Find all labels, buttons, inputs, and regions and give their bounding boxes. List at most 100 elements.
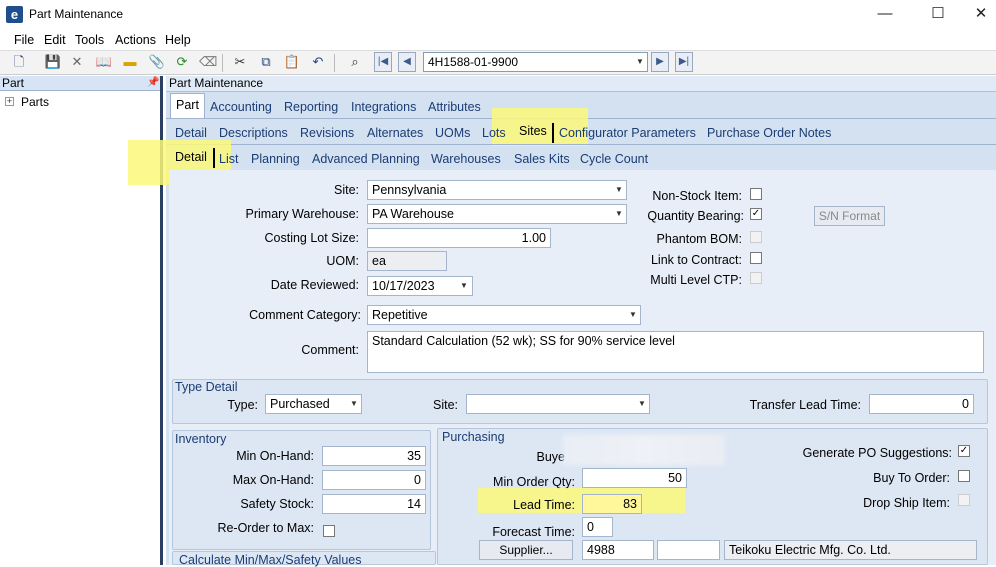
sn-format-button[interactable]: S/N Format <box>814 206 885 226</box>
attach-icon[interactable]: 📎 <box>148 53 166 71</box>
reorder-to-max-checkbox[interactable] <box>323 525 335 537</box>
td-site-dropdown[interactable] <box>466 394 650 414</box>
max-on-hand-input[interactable]: 0 <box>322 470 426 490</box>
folder-icon[interactable]: ▬ <box>121 53 139 71</box>
reorder-to-max-label: Re-Order to Max: <box>217 521 314 535</box>
menu-help[interactable]: Help <box>165 33 191 47</box>
delete-icon[interactable]: ✕ <box>68 53 86 71</box>
non-stock-item-checkbox[interactable] <box>750 188 762 200</box>
app-icon: e <box>6 6 23 23</box>
tab-detail-3[interactable]: Detail <box>175 150 207 164</box>
copy-icon[interactable]: ⧉ <box>257 53 275 71</box>
cut-icon[interactable]: ✂ <box>231 53 249 71</box>
tab-planning[interactable]: Planning <box>251 152 300 166</box>
safety-stock-label: Safety Stock: <box>240 497 314 511</box>
new-icon[interactable]: 🗋 <box>10 53 28 71</box>
chevron-down-icon[interactable]: ▼ <box>457 277 471 295</box>
transfer-lead-time-label: Transfer Lead Time: <box>749 398 861 412</box>
transfer-lead-time-input[interactable]: 0 <box>869 394 974 414</box>
comment-label: Comment: <box>301 343 359 357</box>
last-record-icon[interactable]: ▶| <box>675 52 693 72</box>
pin-icon[interactable]: 📌 <box>147 76 159 90</box>
left-panel-header: Part <box>0 76 160 91</box>
undo-icon[interactable]: ↶ <box>309 53 327 71</box>
eraser-icon[interactable]: ⌫ <box>199 53 217 71</box>
costing-lot-size-input[interactable]: 1.00 <box>367 228 551 248</box>
tab-accounting[interactable]: Accounting <box>210 100 272 114</box>
quantity-bearing-label: Quantity Bearing: <box>647 209 744 223</box>
tab-alternates[interactable]: Alternates <box>367 126 423 140</box>
expand-icon[interactable]: + <box>5 97 14 106</box>
tab-reporting[interactable]: Reporting <box>284 100 338 114</box>
generate-po-suggestions-checkbox[interactable]: ✓ <box>958 445 970 457</box>
comment-category-label: Comment Category: <box>249 308 361 322</box>
chevron-down-icon[interactable]: ▼ <box>633 53 647 71</box>
tab-warehouses[interactable]: Warehouses <box>431 152 501 166</box>
uom-label: UOM: <box>326 254 359 268</box>
part-number-combo[interactable]: 4H1588-01-9900 <box>423 52 648 72</box>
tab-descriptions[interactable]: Descriptions <box>219 126 288 140</box>
menu-edit[interactable]: Edit <box>44 33 66 47</box>
chevron-down-icon[interactable]: ▼ <box>635 395 649 413</box>
site-label: Site: <box>333 183 359 197</box>
maximize-button[interactable]: ☐ <box>915 0 961 28</box>
tab-sites[interactable]: Sites <box>519 124 547 138</box>
first-record-icon[interactable]: |◀ <box>374 52 392 72</box>
forecast-time-input[interactable]: 0 <box>582 517 613 537</box>
tab-uoms[interactable]: UOMs <box>435 126 470 140</box>
buy-to-order-checkbox[interactable] <box>958 470 970 482</box>
tab-attributes[interactable]: Attributes <box>428 100 481 114</box>
menu-file[interactable]: File <box>14 33 34 47</box>
max-on-hand-label: Max On-Hand: <box>232 473 314 487</box>
tab-list[interactable]: List <box>219 152 238 166</box>
tab-lots[interactable]: Lots <box>482 126 506 140</box>
binoculars-icon[interactable]: ⌕ <box>346 53 364 71</box>
tab-part[interactable]: Part <box>176 98 199 112</box>
paste-icon[interactable]: 📋 <box>283 53 301 71</box>
next-record-icon[interactable]: ▶ <box>651 52 669 72</box>
minimize-button[interactable]: — <box>862 0 908 28</box>
chevron-down-icon[interactable]: ▼ <box>347 395 361 413</box>
tab-advanced-planning[interactable]: Advanced Planning <box>312 152 420 166</box>
td-site-label: Site: <box>432 398 458 412</box>
supplier-button[interactable]: Supplier... <box>479 540 573 560</box>
menu-actions[interactable]: Actions <box>115 33 156 47</box>
primary-warehouse-dropdown[interactable]: PA Warehouse <box>367 204 627 224</box>
primary-warehouse-label: Primary Warehouse: <box>245 207 359 221</box>
date-reviewed-value: 10/17/2023 <box>372 279 435 293</box>
min-order-qty-label: Min Order Qty: <box>493 475 575 489</box>
tab-configurator-parameters[interactable]: Configurator Parameters <box>559 126 696 140</box>
open-book-icon[interactable]: 📖 <box>95 53 113 71</box>
type-detail-title: Type Detail <box>175 380 238 394</box>
supplier-id-input[interactable]: 4988 <box>582 540 654 560</box>
buyer-label: Buye <box>536 450 566 464</box>
multi-level-ctp-label: Multi Level CTP: <box>650 273 742 287</box>
tab-cycle-count[interactable]: Cycle Count <box>580 152 648 166</box>
comment-category-dropdown[interactable]: Repetitive <box>367 305 641 325</box>
comment-textarea[interactable]: Standard Calculation (52 wk); SS for 90%… <box>367 331 984 373</box>
min-order-qty-input[interactable]: 50 <box>582 468 687 488</box>
tab-integrations[interactable]: Integrations <box>351 100 416 114</box>
tab-revisions[interactable]: Revisions <box>300 126 354 140</box>
type-value: Purchased <box>270 397 330 411</box>
phantom-bom-checkbox <box>750 231 762 243</box>
min-on-hand-input[interactable]: 35 <box>322 446 426 466</box>
close-button[interactable]: ✕ <box>958 0 996 28</box>
save-icon[interactable]: 💾 <box>44 53 62 71</box>
tab-sales-kits[interactable]: Sales Kits <box>514 152 570 166</box>
menu-tools[interactable]: Tools <box>75 33 104 47</box>
refresh-icon[interactable]: ⟳ <box>173 53 191 71</box>
tab-purchase-order-notes[interactable]: Purchase Order Notes <box>707 126 831 140</box>
tree-item-parts[interactable]: Parts <box>21 95 49 109</box>
previous-record-icon[interactable]: ◀ <box>398 52 416 72</box>
tab-detail-2[interactable]: Detail <box>175 126 207 140</box>
inventory-title: Inventory <box>175 432 227 446</box>
supplier-name-field: Teikoku Electric Mfg. Co. Ltd. <box>724 540 977 560</box>
chevron-down-icon[interactable]: ▼ <box>626 306 640 324</box>
safety-stock-input[interactable]: 14 <box>322 494 426 514</box>
quantity-bearing-checkbox[interactable]: ✓ <box>750 208 762 220</box>
link-to-contract-checkbox[interactable] <box>750 252 762 264</box>
site-dropdown[interactable]: Pennsylvania <box>367 180 627 200</box>
lead-time-input[interactable]: 83 <box>582 494 642 514</box>
uom-field: ea <box>367 251 447 271</box>
